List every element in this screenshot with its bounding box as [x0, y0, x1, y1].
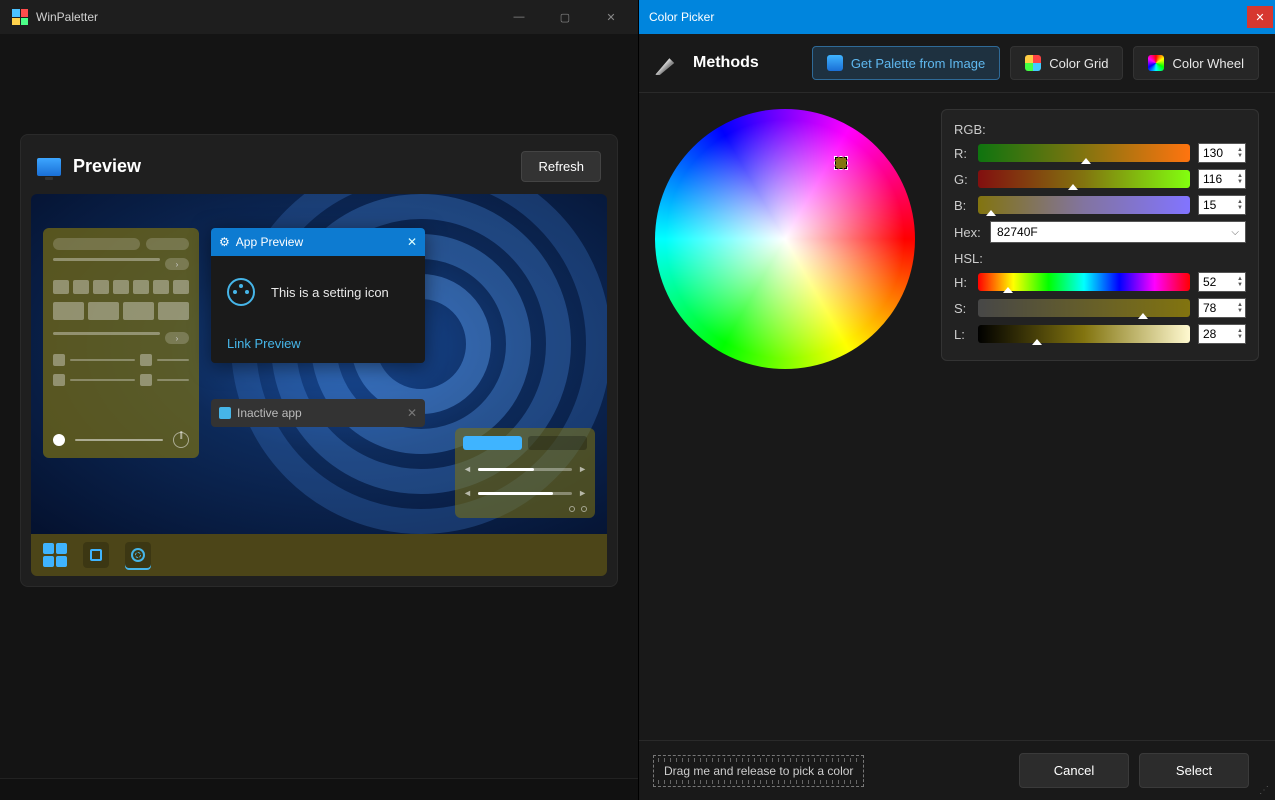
close-button[interactable]: ✕: [1247, 6, 1273, 28]
wheel-cursor[interactable]: [835, 157, 847, 169]
app-square-icon: [219, 407, 231, 419]
s-slider[interactable]: [978, 299, 1190, 317]
preview-desktop: › › ⚙ App Preview: [31, 194, 607, 534]
gear-icon: ⚙: [219, 235, 230, 249]
select-button[interactable]: Select: [1139, 753, 1249, 788]
r-input[interactable]: 130▲▼: [1198, 143, 1246, 163]
s-input[interactable]: 78▲▼: [1198, 298, 1246, 318]
brush-icon: [655, 51, 679, 75]
maximize-button[interactable]: ▢: [542, 0, 588, 34]
hex-input[interactable]: 82740F⌵: [990, 221, 1246, 243]
start-button-icon[interactable]: [43, 543, 67, 567]
h-input[interactable]: 52▲▼: [1198, 272, 1246, 292]
hsl-label: HSL:: [954, 251, 1246, 266]
picker-footer: Drag me and release to pick a color Canc…: [639, 740, 1275, 800]
l-input[interactable]: 28▲▼: [1198, 324, 1246, 344]
r-slider[interactable]: [978, 144, 1190, 162]
winpaletter-logo-icon: [12, 9, 28, 25]
preview-inactive-window: Inactive app ✕: [211, 399, 425, 427]
b-slider[interactable]: [978, 196, 1190, 214]
image-icon: [827, 55, 843, 71]
preview-panel: Preview Refresh › ›: [20, 134, 618, 587]
left-body: Preview Refresh › ›: [0, 34, 638, 778]
left-titlebar[interactable]: WinPaletter — ▢ ✕: [0, 0, 638, 34]
app-preview-title: App Preview: [236, 235, 303, 249]
methods-label: Methods: [693, 54, 759, 72]
monitor-icon: [37, 158, 61, 176]
winpaletter-window: WinPaletter — ▢ ✕ Preview Refresh › ›: [0, 0, 638, 800]
grid-icon: [1025, 55, 1041, 71]
inactive-title: Inactive app: [237, 406, 302, 420]
g-slider[interactable]: [978, 170, 1190, 188]
close-icon[interactable]: ✕: [407, 406, 417, 420]
taskbar-item[interactable]: [83, 542, 109, 568]
cancel-button[interactable]: Cancel: [1019, 753, 1129, 788]
palette-icon: [227, 278, 255, 306]
methods-bar: Methods Get Palette from Image Color Gri…: [639, 34, 1275, 93]
link-preview[interactable]: Link Preview: [211, 324, 425, 363]
g-input[interactable]: 116▲▼: [1198, 169, 1246, 189]
taskbar-item-active[interactable]: [125, 542, 151, 568]
chevron-right-icon: ›: [165, 258, 189, 270]
volume-icon: ◄: [463, 488, 472, 498]
power-icon: [173, 432, 189, 448]
chevron-right-icon: ›: [165, 332, 189, 344]
h-slider[interactable]: [978, 273, 1190, 291]
wheel-icon: [1148, 55, 1164, 71]
color-sliders: RGB: R: 130▲▼ G: 116▲▼ B: 15▲▼ Hex: 8274…: [941, 109, 1259, 361]
minimize-button[interactable]: —: [496, 0, 542, 34]
user-avatar-icon: [53, 434, 65, 446]
resize-grip-icon[interactable]: ⋰: [1259, 785, 1269, 796]
preview-title: Preview: [73, 156, 521, 177]
left-title: WinPaletter: [36, 10, 98, 24]
picker-title: Color Picker: [649, 10, 714, 24]
method-wheel-button[interactable]: Color Wheel: [1133, 46, 1259, 80]
l-slider[interactable]: [978, 325, 1190, 343]
color-wheel[interactable]: [655, 109, 925, 379]
method-palette-button[interactable]: Get Palette from Image: [812, 46, 1000, 80]
rgb-label: RGB:: [954, 122, 1246, 137]
preview-start-menu: › ›: [43, 228, 199, 458]
preview-app-window: ⚙ App Preview ✕ This is a setting icon L…: [211, 228, 425, 363]
left-statusbar: [0, 778, 638, 800]
method-grid-button[interactable]: Color Grid: [1010, 46, 1123, 80]
color-picker-window: Color Picker ✕ Methods Get Palette from …: [638, 0, 1275, 800]
preview-action-center: ◄► ◄►: [455, 428, 595, 518]
picker-titlebar[interactable]: Color Picker ✕: [639, 0, 1275, 34]
close-button[interactable]: ✕: [588, 0, 634, 34]
b-input[interactable]: 15▲▼: [1198, 195, 1246, 215]
setting-text: This is a setting icon: [271, 285, 389, 300]
preview-taskbar: [31, 534, 607, 576]
drag-picker[interactable]: Drag me and release to pick a color: [653, 755, 864, 787]
close-icon[interactable]: ✕: [407, 235, 417, 249]
refresh-button[interactable]: Refresh: [521, 151, 601, 182]
